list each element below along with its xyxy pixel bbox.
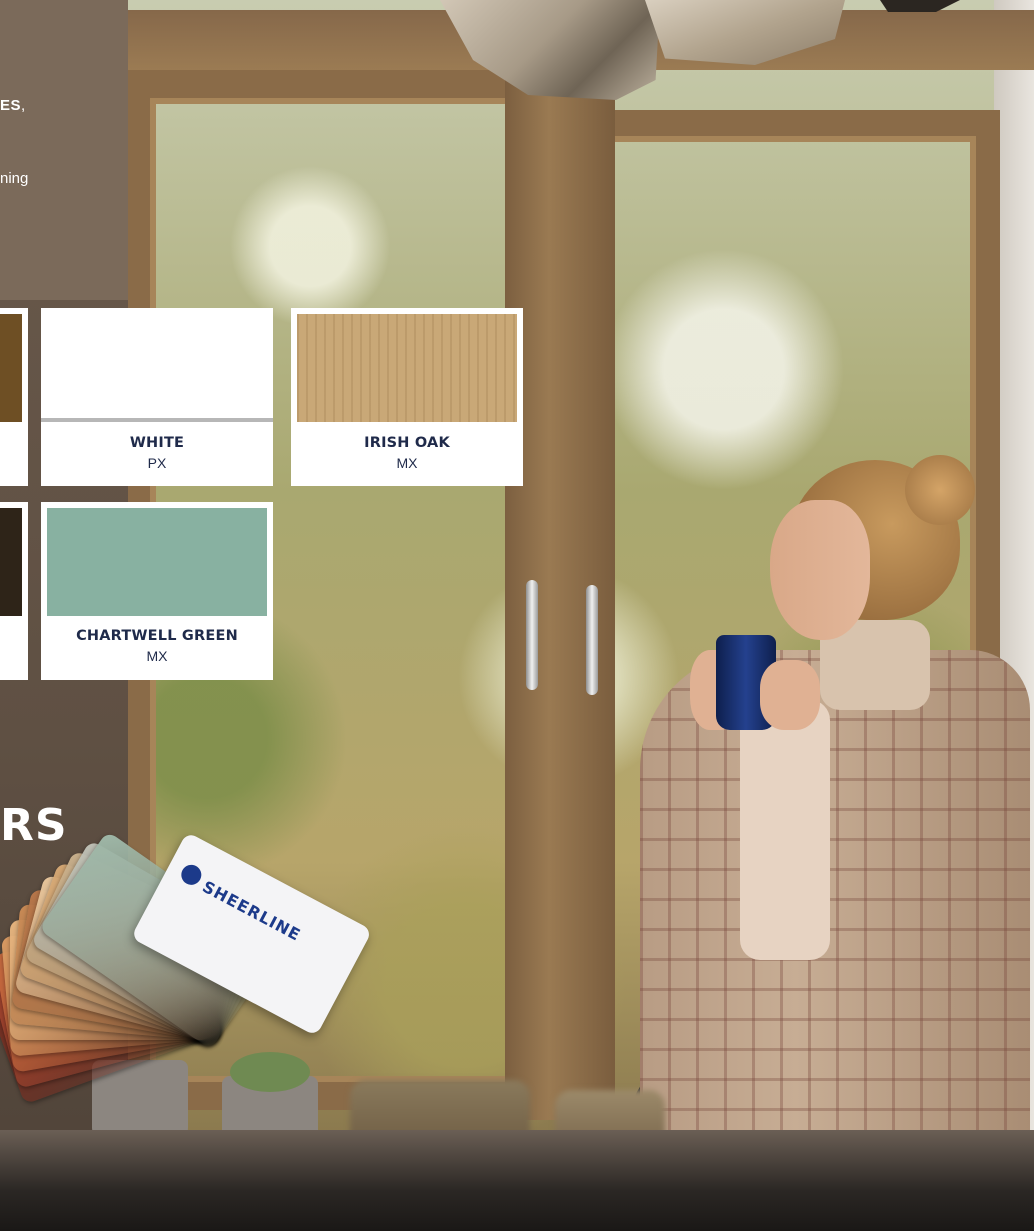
- window-handle-left: [526, 580, 538, 690]
- panel-text-line1-rest: ,: [21, 97, 26, 114]
- swatch-card-white: WHITE PX: [41, 308, 273, 486]
- panel-text-line2: ning: [0, 170, 29, 187]
- window-sill: [0, 1130, 1034, 1231]
- left-panel-top: [0, 0, 128, 300]
- swatch-card-partial: [0, 308, 28, 486]
- swatch-color-partial: [0, 508, 22, 616]
- swatch-color-white: [41, 308, 273, 422]
- swatch-name: WHITE: [129, 435, 185, 451]
- swatch-code: PX: [147, 455, 167, 471]
- scene: ES, ning RS WHITE PX IRISH OAK MX CHARTW…: [0, 0, 1034, 1231]
- woman-hand: [760, 660, 820, 730]
- sheerline-logo-icon: [177, 861, 205, 889]
- woman-turtleneck: [740, 700, 830, 960]
- fan-deck-brand: SHEERLINE: [199, 877, 305, 945]
- woman-face: [770, 500, 870, 640]
- swatch-card-partial: [0, 502, 28, 680]
- panel-text-line1: ES,: [0, 97, 25, 114]
- swatch-card-chartwell-green: CHARTWELL GREEN MX: [41, 502, 273, 680]
- swatch-code: MX: [396, 455, 418, 471]
- woman-hair-bun: [905, 455, 975, 525]
- panel-heading: RS: [0, 800, 68, 851]
- swatch-color-partial: [0, 314, 22, 422]
- swatch-color-chartwell-green: [47, 508, 267, 616]
- panel-text-line1-bold: ES: [0, 97, 22, 114]
- swatch-code: MX: [146, 648, 168, 664]
- swatch-color-irish-oak: [297, 314, 517, 422]
- window-mullion: [505, 60, 615, 1120]
- swatch-name: CHARTWELL GREEN: [76, 628, 238, 644]
- window-handle-right: [586, 585, 598, 695]
- swatch-card-irish-oak: IRISH OAK MX: [291, 308, 523, 486]
- swatch-name: IRISH OAK: [364, 435, 450, 451]
- succulent-plant: [230, 1052, 310, 1092]
